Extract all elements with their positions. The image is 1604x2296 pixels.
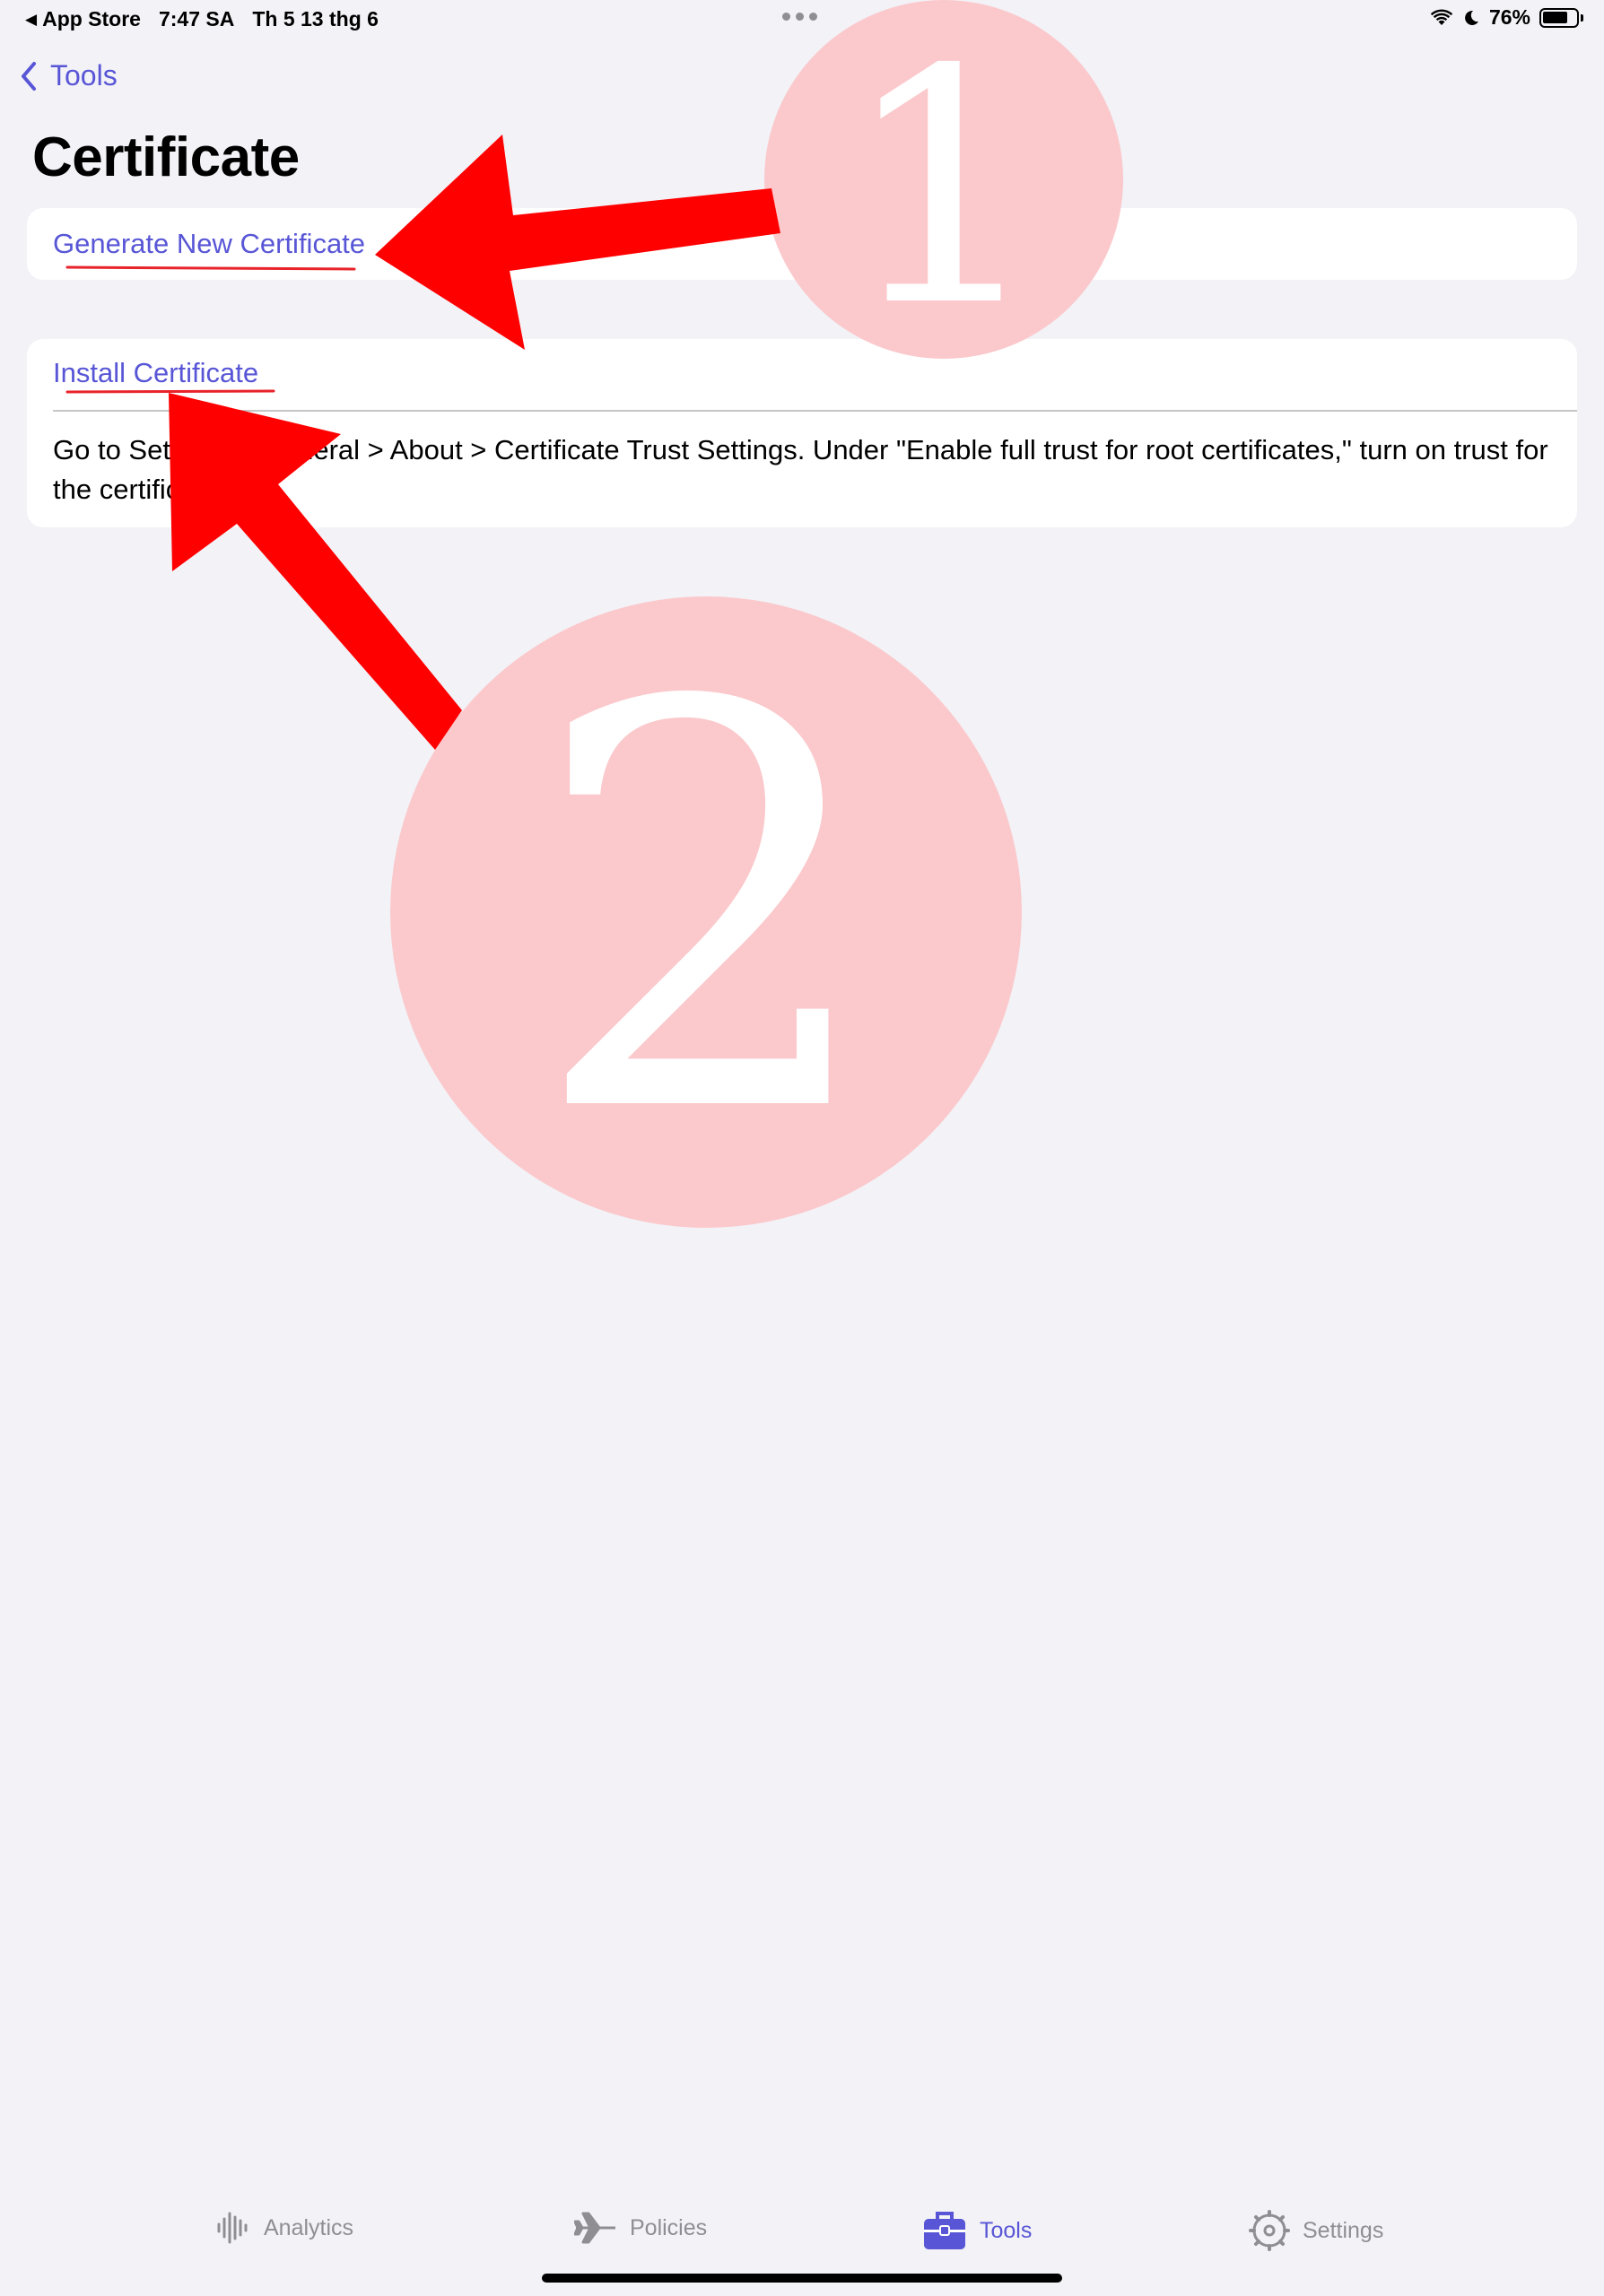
install-instructions: Go to Settings > General > About > Certi… — [53, 434, 1548, 505]
gear-icon — [1249, 2210, 1290, 2251]
multitasking-dots-icon[interactable] — [782, 13, 817, 21]
step-2-circle — [390, 596, 1022, 1228]
battery-fill — [1543, 11, 1567, 23]
generate-section: Generate New Certificate — [27, 208, 1577, 280]
tab-policies[interactable]: Policies — [574, 2210, 707, 2246]
page-title: Certificate — [32, 126, 300, 188]
tab-analytics[interactable]: Analytics — [215, 2210, 353, 2246]
step-1-number: 1 — [841, 1, 1046, 377]
back-triangle-icon[interactable]: ◀ — [25, 11, 37, 29]
status-right: 76% — [1430, 5, 1583, 30]
status-time: 7:47 SA — [158, 7, 235, 30]
generate-certificate-button[interactable]: Generate New Certificate — [53, 228, 365, 260]
battery-icon — [1539, 7, 1583, 28]
divider — [53, 410, 1577, 412]
install-section: Install Certificate Go to Settings > Gen… — [27, 339, 1577, 527]
status-date: Th 5 13 thg 6 — [252, 7, 379, 30]
tab-policies-label: Policies — [630, 2214, 708, 2240]
status-bar: ◀ App Store 7:47 SA Th 5 13 thg 6 76% — [0, 0, 1604, 39]
chevron-left-icon — [22, 61, 36, 91]
waveform-icon — [217, 2212, 248, 2244]
step-1-circle — [764, 0, 1123, 359]
install-certificate-button[interactable]: Install Certificate — [53, 357, 258, 389]
airplane-icon — [574, 2212, 615, 2244]
back-button-label: Tools — [50, 59, 118, 91]
step-2-number: 2 — [529, 588, 883, 1235]
home-indicator[interactable] — [542, 2274, 1062, 2283]
back-to-app-label[interactable]: App Store — [42, 7, 141, 31]
tab-tools-label: Tools — [980, 2217, 1033, 2243]
status-left: ◀ App Store 7:47 SA Th 5 13 thg 6 — [25, 7, 379, 31]
tab-settings[interactable]: Settings — [1249, 2210, 1383, 2251]
back-button[interactable]: Tools — [20, 59, 118, 92]
wifi-icon — [1430, 8, 1453, 25]
battery-percent: 76% — [1488, 5, 1530, 29]
tab-settings-label: Settings — [1303, 2217, 1384, 2243]
moon-icon — [1465, 10, 1478, 25]
tab-tools[interactable]: Tools — [922, 2210, 1032, 2251]
toolbox-icon — [924, 2212, 965, 2249]
tab-analytics-label: Analytics — [264, 2214, 354, 2240]
